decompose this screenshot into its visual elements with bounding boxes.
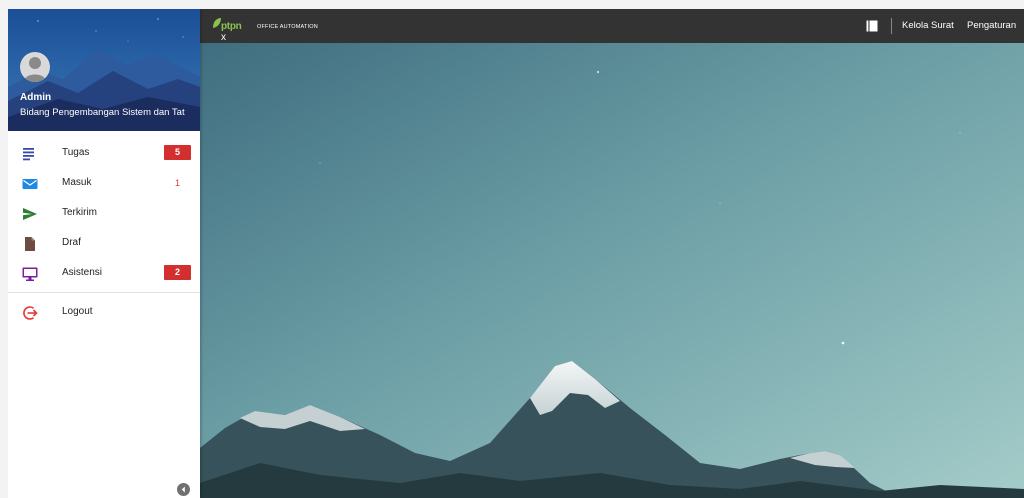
brand-name: ptpn x bbox=[221, 21, 242, 43]
pengaturan-link[interactable]: Pengaturan bbox=[967, 20, 1016, 31]
task-list-icon bbox=[23, 148, 34, 161]
sidebar: Admin Bidang Pengembangan Sistem dan Tat… bbox=[8, 9, 200, 498]
task-count-badge: 5 bbox=[164, 145, 191, 160]
avatar[interactable] bbox=[20, 52, 50, 82]
user-unit: Bidang Pengembangan Sistem dan Tat bbox=[20, 107, 185, 118]
sidebar-item-label: Tugas bbox=[62, 147, 90, 158]
nav-divider bbox=[8, 292, 200, 293]
sidebar-item-label: Masuk bbox=[62, 177, 92, 188]
top-bar: ptpn x OFFICE AUTOMATION Kelola Surat Pe… bbox=[200, 9, 1024, 43]
sidebar-item-label: Asistensi bbox=[62, 267, 103, 278]
app-window: Admin Bidang Pengembangan Sistem dan Tat… bbox=[8, 9, 1024, 498]
sidebar-nav: Tugas 5 Masuk 1 Terkirim Draf Asistensi … bbox=[8, 139, 200, 289]
chevron-left-icon bbox=[181, 486, 185, 493]
logout-label: Logout bbox=[62, 306, 93, 317]
sidebar-item-draf[interactable]: Draf bbox=[8, 229, 200, 259]
sidebar-item-terkirim[interactable]: Terkirim bbox=[8, 199, 200, 229]
sidebar-item-tugas[interactable]: Tugas 5 bbox=[8, 139, 200, 169]
sidebar-item-label: Terkirim bbox=[62, 207, 97, 218]
brand-subtitle: OFFICE AUTOMATION bbox=[257, 24, 318, 30]
assistance-count-badge: 2 bbox=[164, 265, 191, 280]
sidebar-item-label: Draf bbox=[62, 237, 81, 248]
sidebar-item-asistensi[interactable]: Asistensi 2 bbox=[8, 259, 200, 289]
user-icon bbox=[24, 57, 46, 82]
profile-header: Admin Bidang Pengembangan Sistem dan Tat bbox=[8, 9, 200, 131]
collapse-sidebar-button[interactable] bbox=[177, 483, 190, 496]
mountain-background-image bbox=[200, 43, 1024, 498]
mail-icon bbox=[22, 179, 38, 189]
draft-file-icon bbox=[25, 237, 35, 251]
user-name: Admin bbox=[20, 92, 52, 103]
sidebar-item-masuk[interactable]: Masuk 1 bbox=[8, 169, 200, 199]
book-icon[interactable] bbox=[866, 20, 878, 32]
kelola-surat-link[interactable]: Kelola Surat bbox=[902, 20, 954, 31]
logout-button[interactable]: Logout bbox=[8, 298, 200, 328]
monitor-icon bbox=[22, 267, 38, 281]
send-icon bbox=[23, 208, 37, 220]
top-bar-separator bbox=[891, 18, 892, 34]
inbox-count-badge: 1 bbox=[174, 178, 180, 188]
logout-icon bbox=[23, 306, 38, 320]
